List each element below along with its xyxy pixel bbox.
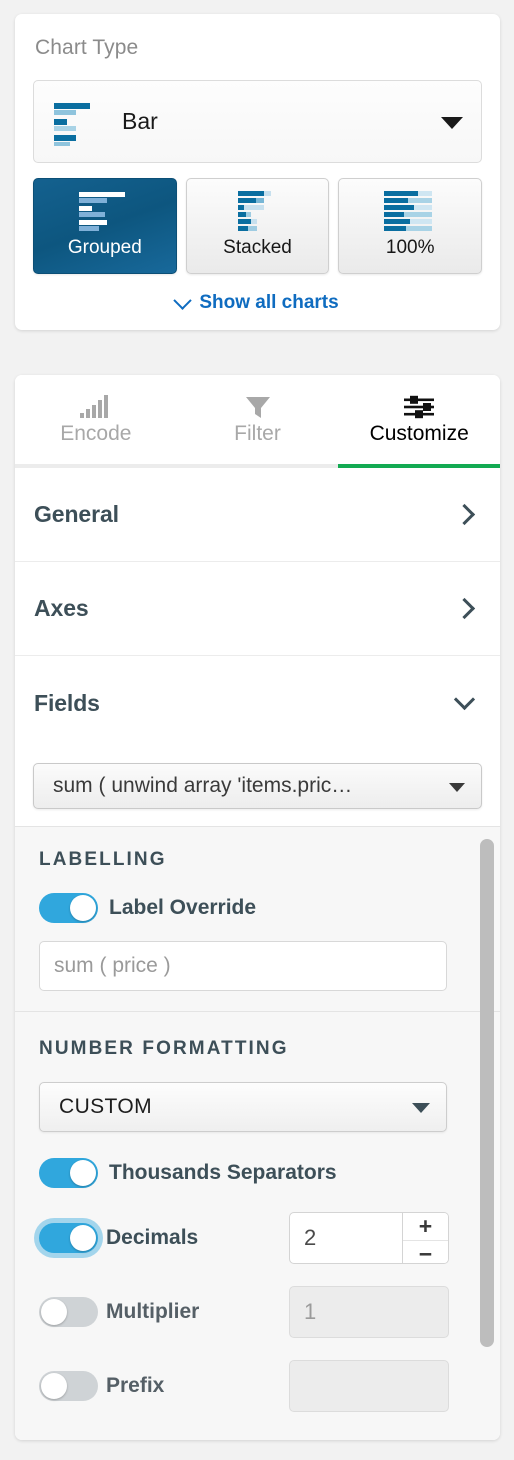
chart-variant-group: Grouped Stacked 100% bbox=[33, 178, 483, 274]
field-select[interactable]: sum ( unwind array 'items.pric… bbox=[33, 763, 482, 809]
tab-filter-label: Filter bbox=[234, 422, 281, 445]
variant-100-percent[interactable]: 100% bbox=[338, 178, 483, 274]
caret-down-icon bbox=[441, 116, 463, 129]
decimals-toggle[interactable] bbox=[39, 1223, 98, 1253]
multiplier-label: Multiplier bbox=[106, 1300, 200, 1323]
accordion-row-fields[interactable]: Fields bbox=[15, 656, 500, 750]
label-override-input[interactable] bbox=[39, 941, 447, 991]
bar-chart-icon bbox=[50, 98, 98, 146]
multiplier-row: Multiplier bbox=[39, 1286, 478, 1338]
decimals-increment-button[interactable]: + bbox=[403, 1213, 448, 1241]
field-select-container: sum ( unwind array 'items.pric… bbox=[15, 750, 500, 826]
label-override-row: Label Override bbox=[39, 893, 478, 923]
thousands-separators-label: Thousands Separators bbox=[109, 1161, 337, 1184]
chart-builder-panel: Chart Type Bar Grouped Stacked 100% Show… bbox=[0, 0, 514, 1460]
vertical-scrollbar[interactable] bbox=[480, 833, 494, 1440]
caret-down-icon bbox=[412, 1103, 430, 1113]
tab-customize-label: Customize bbox=[369, 422, 469, 445]
chart-type-select[interactable]: Bar bbox=[33, 80, 482, 163]
decimals-row: Decimals 2 + − bbox=[39, 1212, 478, 1264]
labelling-section: LABELLING Label Override bbox=[15, 827, 500, 1012]
chevron-down-icon bbox=[453, 688, 476, 711]
scrollbar-thumb[interactable] bbox=[480, 839, 494, 1347]
chevron-right-icon bbox=[453, 503, 476, 526]
accordion-axes-label: Axes bbox=[34, 595, 89, 621]
tab-encode[interactable]: Encode bbox=[15, 375, 177, 464]
number-formatting-section: NUMBER FORMATTING CUSTOM Thousands Separ… bbox=[15, 1012, 500, 1432]
multiplier-toggle[interactable] bbox=[39, 1297, 98, 1327]
thousands-separators-row: Thousands Separators bbox=[39, 1158, 478, 1188]
decimals-toggle-group: Decimals bbox=[39, 1223, 289, 1253]
bar-signal-icon bbox=[79, 393, 113, 419]
decimals-decrement-button[interactable]: − bbox=[403, 1241, 448, 1263]
caret-down-icon bbox=[449, 783, 465, 792]
accordion-row-general[interactable]: General bbox=[15, 468, 500, 562]
variant-grouped[interactable]: Grouped bbox=[33, 178, 177, 274]
prefix-input[interactable] bbox=[289, 1360, 449, 1412]
number-format-value: CUSTOM bbox=[59, 1095, 153, 1118]
tab-customize[interactable]: Customize bbox=[338, 375, 500, 468]
decimals-stepper[interactable]: 2 + − bbox=[289, 1212, 449, 1264]
chart-type-value: Bar bbox=[122, 108, 158, 134]
prefix-row: Prefix bbox=[39, 1360, 478, 1412]
decimals-stepper-buttons: + − bbox=[402, 1213, 448, 1263]
label-override-toggle[interactable] bbox=[39, 893, 98, 923]
tab-filter[interactable]: Filter bbox=[177, 375, 339, 464]
toggle-knob bbox=[70, 1160, 96, 1186]
number-formatting-heading: NUMBER FORMATTING bbox=[39, 1038, 289, 1059]
decimals-label: Decimals bbox=[106, 1226, 199, 1249]
thousands-separators-toggle[interactable] bbox=[39, 1158, 98, 1188]
customize-panel-card: Encode Filter Customize General Axes Fie… bbox=[15, 375, 500, 1440]
prefix-label: Prefix bbox=[106, 1374, 165, 1397]
show-all-charts-link[interactable]: Show all charts bbox=[33, 290, 482, 314]
show-all-charts-label: Show all charts bbox=[199, 292, 339, 313]
field-settings-scroll-area[interactable]: LABELLING Label Override NUMBER FORMATTI… bbox=[15, 826, 500, 1440]
label-override-label: Label Override bbox=[109, 896, 257, 919]
tab-encode-label: Encode bbox=[60, 422, 132, 445]
stacked-bars-icon bbox=[224, 189, 292, 231]
prefix-toggle[interactable] bbox=[39, 1371, 98, 1401]
toggle-knob bbox=[70, 1225, 96, 1251]
field-select-value: sum ( unwind array 'items.pric… bbox=[53, 774, 353, 797]
variant-stacked-label: Stacked bbox=[223, 237, 292, 258]
prefix-toggle-group: Prefix bbox=[39, 1371, 289, 1401]
toggle-knob bbox=[41, 1373, 67, 1399]
toggle-knob bbox=[70, 895, 96, 921]
number-format-select[interactable]: CUSTOM bbox=[39, 1082, 447, 1132]
chart-type-card: Chart Type Bar Grouped Stacked 100% Show… bbox=[15, 14, 500, 330]
multiplier-input[interactable] bbox=[289, 1286, 449, 1338]
percent-stacked-bars-icon bbox=[376, 189, 444, 231]
variant-100-percent-label: 100% bbox=[385, 237, 435, 258]
accordion-general-label: General bbox=[34, 501, 119, 527]
funnel-icon bbox=[245, 393, 271, 419]
variant-stacked[interactable]: Stacked bbox=[185, 178, 330, 274]
chart-type-title: Chart Type bbox=[35, 36, 139, 59]
chevron-down-icon bbox=[173, 290, 193, 310]
decimals-value[interactable]: 2 bbox=[290, 1213, 402, 1263]
accordion-fields-label: Fields bbox=[34, 689, 100, 716]
variant-grouped-label: Grouped bbox=[67, 237, 142, 258]
multiplier-toggle-group: Multiplier bbox=[39, 1297, 289, 1327]
toggle-knob bbox=[41, 1299, 67, 1325]
chevron-right-icon bbox=[453, 597, 476, 620]
sliders-icon bbox=[402, 393, 436, 419]
labelling-heading: LABELLING bbox=[39, 849, 167, 870]
accordion-row-axes[interactable]: Axes bbox=[15, 562, 500, 656]
grouped-bars-icon bbox=[71, 189, 139, 231]
panel-tabs: Encode Filter Customize bbox=[15, 375, 500, 468]
